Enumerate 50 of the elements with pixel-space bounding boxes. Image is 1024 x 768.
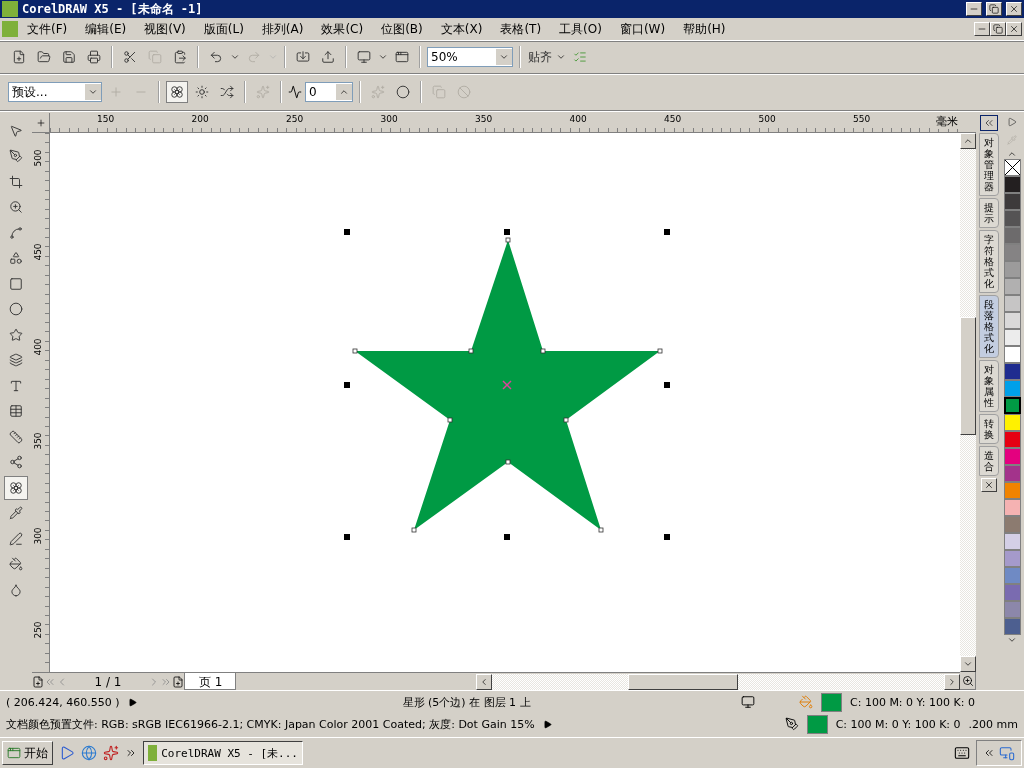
- menu-item[interactable]: 版面(L): [194, 20, 253, 38]
- object-info: 星形 (5个边) 在 图层 1 上: [402, 694, 531, 710]
- outline-color-values: C: 100 M: 0 Y: 100 K: 0: [835, 717, 961, 731]
- page-tab[interactable]: 页 1: [184, 673, 236, 690]
- docker-tab[interactable]: 提示: [979, 198, 999, 228]
- ruler-label: 500: [32, 149, 43, 167]
- menu-item[interactable]: 编辑(E): [76, 20, 136, 38]
- ruler-label: 200: [191, 114, 209, 124]
- menu-item[interactable]: 位图(B): [372, 20, 432, 38]
- ruler-label: 450: [664, 114, 682, 124]
- ruler-label: 350: [475, 114, 493, 124]
- menu-item[interactable]: 效果(C): [312, 20, 373, 38]
- menu-item[interactable]: 表格(T): [491, 20, 551, 38]
- ruler-label: 300: [380, 114, 398, 124]
- menu-item[interactable]: 工具(O): [550, 20, 611, 38]
- menu-item[interactable]: 文件(F): [18, 20, 77, 38]
- color-profile-info: 文档颜色预置文件: RGB: sRGB IEC61966-2.1; CMYK: Japan Color 2001 Coated; 灰度: Dot Gain 15%: [6, 716, 535, 732]
- cursor-coordinates: ( 206.424, 460.550 ): [6, 695, 120, 709]
- outline-width: .200 mm: [968, 717, 1018, 731]
- preset-combo[interactable]: 预设...: [8, 82, 102, 102]
- ruler-label: 400: [569, 114, 587, 124]
- ruler-label: 500: [758, 114, 776, 124]
- menu-item[interactable]: 窗口(W): [610, 20, 675, 38]
- taskbar-window-button[interactable]: CorelDRAW X5 - [未...: [143, 741, 303, 765]
- ruler-unit: 毫米: [936, 114, 958, 129]
- ruler-label: 300: [32, 527, 43, 545]
- docker-tab[interactable]: 转换: [979, 414, 999, 444]
- ruler-label: 350: [32, 432, 43, 450]
- docker-tab[interactable]: 造合: [979, 446, 999, 476]
- start-button[interactable]: 开始: [2, 741, 53, 765]
- snap-button[interactable]: 贴齐: [527, 46, 553, 68]
- menu-item[interactable]: 帮助(H): [674, 20, 735, 38]
- ruler-label: 450: [32, 243, 43, 261]
- ruler-label: 250: [286, 114, 304, 124]
- docker-tab[interactable]: 对象属性: [979, 360, 999, 412]
- docker-tab[interactable]: 对象管理器: [979, 133, 999, 196]
- ruler-label: 550: [853, 114, 871, 124]
- ruler-label: 250: [32, 621, 43, 639]
- docker-tab[interactable]: 字符格式化: [979, 230, 999, 293]
- window-title: CorelDRAW X5 - [未命名 -1]: [22, 0, 204, 18]
- ruler-label: 150: [97, 114, 115, 124]
- page-counter: 1 / 1: [93, 674, 123, 689]
- menu-item[interactable]: 视图(V): [135, 20, 195, 38]
- sharpness-field[interactable]: 0: [305, 82, 353, 102]
- fill-color-values: C: 100 M: 0 Y: 100 K: 0: [850, 695, 976, 709]
- menu-item[interactable]: 文本(X): [431, 20, 492, 38]
- zoom-level-combo[interactable]: 50%: [427, 47, 513, 67]
- docker-tab[interactable]: 段落格式化: [979, 295, 999, 358]
- ruler-label: 400: [32, 338, 43, 356]
- menu-item[interactable]: 排列(A): [252, 20, 313, 38]
